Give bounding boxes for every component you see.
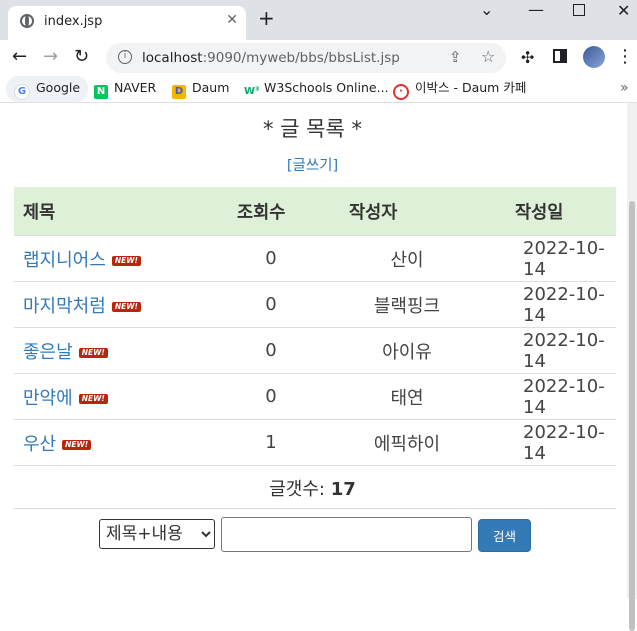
column-header-views: 조회수	[223, 187, 319, 236]
table-header-row: 제목 조회수 작성자 작성일	[14, 187, 616, 236]
bookmarks-overflow-icon[interactable]: »	[620, 80, 629, 96]
browser-toolbar: ← → ↻ i localhost:9090/myweb/bbs/bbsList…	[0, 40, 637, 76]
globe-icon	[20, 14, 34, 28]
table-row: 만약에 NEW! 0 태연 2022-10-14	[14, 373, 616, 420]
post-title-cell: 마지막처럼 NEW!	[14, 281, 223, 328]
new-badge: NEW!	[111, 301, 141, 312]
new-badge: NEW!	[62, 439, 92, 450]
forward-arrow-icon[interactable]: →	[43, 46, 58, 67]
bookmark-star-icon[interactable]: ☆	[481, 47, 495, 66]
views-cell: 0	[223, 327, 319, 374]
address-bar[interactable]: i localhost:9090/myweb/bbs/bbsList.jsp ⇪…	[106, 43, 506, 73]
bookmark-label: Daum	[192, 80, 230, 95]
post-count: 글갯수: 17	[0, 475, 625, 501]
page-content: * 글 목록 * [글쓰기] 제목 조회수 작성자 작성일 랩지니어스 NEW! …	[0, 103, 637, 599]
tab-title: index.jsp	[44, 14, 103, 29]
new-tab-button[interactable]: +	[258, 8, 275, 28]
author-cell: 산이	[319, 235, 495, 282]
author-cell: 에픽하이	[319, 419, 495, 466]
column-header-author: 작성자	[319, 187, 495, 236]
table-row: 랩지니어스 NEW! 0 산이 2022-10-14	[14, 235, 616, 282]
views-cell: 0	[223, 281, 319, 328]
post-title-link[interactable]: 마지막처럼	[23, 296, 106, 317]
table-row: 우산 NEW! 1 에픽하이 2022-10-14	[14, 419, 616, 466]
search-field-select[interactable]: 제목+내용	[99, 519, 215, 549]
minimize-button[interactable]: —	[528, 0, 544, 19]
site-info-icon[interactable]: i	[118, 50, 132, 64]
divider	[14, 508, 616, 509]
new-badge: NEW!	[78, 347, 108, 358]
date-cell: 2022-10-14	[495, 235, 616, 282]
page-title: * 글 목록 *	[263, 117, 362, 141]
post-table: 제목 조회수 작성자 작성일 랩지니어스 NEW! 0 산이 2022-10-14…	[14, 187, 616, 466]
kebab-menu-icon[interactable]: ⋮	[616, 46, 634, 67]
profile-avatar[interactable]	[583, 46, 605, 68]
share-icon[interactable]: ⇪	[449, 48, 462, 66]
date-cell: 2022-10-14	[495, 419, 616, 466]
bookmark-label: Google	[36, 80, 81, 95]
column-header-title: 제목	[14, 187, 223, 236]
google-icon: G	[14, 84, 30, 100]
daum-cafe-icon: ·	[393, 84, 409, 100]
post-title-link[interactable]: 우산	[23, 434, 56, 455]
bookmark-naver[interactable]: N NAVER	[94, 76, 156, 102]
search-input[interactable]	[221, 517, 472, 552]
post-title-link[interactable]: 랩지니어스	[23, 250, 106, 271]
new-badge: NEW!	[111, 255, 141, 266]
back-arrow-icon[interactable]: ←	[12, 46, 27, 67]
post-title-cell: 만약에 NEW!	[14, 373, 223, 420]
url-path: :9090/myweb/bbs/bbsList.jsp	[202, 50, 400, 66]
scrollbar-thumb[interactable]	[629, 201, 635, 631]
close-window-button[interactable]: ✕	[617, 1, 630, 20]
date-cell: 2022-10-14	[495, 281, 616, 328]
tab-close-icon[interactable]: ✕	[226, 12, 238, 28]
post-title-cell: 우산 NEW!	[14, 419, 223, 466]
views-cell: 1	[223, 419, 319, 466]
table-row: 마지막처럼 NEW! 0 블랙핑크 2022-10-14	[14, 281, 616, 328]
post-count-value: 17	[330, 479, 356, 500]
post-title-cell: 랩지니어스 NEW!	[14, 235, 223, 282]
bookmark-w3schools[interactable]: W³ W3Schools Online...	[244, 76, 389, 102]
bookmarks-bar: G Google N NAVER D Daum W³ W3Schools Online.…	[0, 76, 637, 103]
post-title-link[interactable]: 좋은날	[23, 342, 73, 363]
browser-tab[interactable]: index.jsp ✕	[8, 6, 246, 40]
write-post-link[interactable]: [글쓰기]	[0, 154, 625, 175]
tab-bar: index.jsp ✕ + ⌄ — ✕	[0, 0, 637, 40]
bookmark-label: 이박스 - Daum 카페	[415, 80, 527, 95]
author-cell: 블랙핑크	[319, 281, 495, 328]
naver-icon: N	[94, 85, 108, 99]
views-cell: 0	[223, 235, 319, 282]
author-cell: 아이유	[319, 327, 495, 374]
page-scrollbar[interactable]	[627, 103, 637, 631]
bookmark-daum[interactable]: D Daum	[172, 76, 229, 102]
bookmark-label: W3Schools Online...	[264, 80, 389, 95]
url-host: localhost	[142, 50, 203, 66]
date-cell: 2022-10-14	[495, 373, 616, 420]
url-text[interactable]: localhost:9090/myweb/bbs/bbsList.jsp	[142, 50, 400, 66]
table-row: 좋은날 NEW! 0 아이유 2022-10-14	[14, 327, 616, 374]
post-title-cell: 좋은날 NEW!	[14, 327, 223, 374]
search-button[interactable]: 검색	[478, 519, 531, 552]
post-count-label: 글갯수:	[269, 479, 325, 500]
w3schools-icon: W³	[244, 85, 260, 99]
bookmark-google[interactable]: G Google	[6, 76, 89, 102]
bookmark-label: NAVER	[114, 80, 157, 95]
new-badge: NEW!	[78, 393, 108, 404]
extensions-puzzle-icon[interactable]: ✣	[521, 48, 534, 67]
date-cell: 2022-10-14	[495, 327, 616, 374]
bookmark-daum-cafe[interactable]: · 이박스 - Daum 카페	[393, 76, 526, 102]
author-cell: 태연	[319, 373, 495, 420]
post-title-link[interactable]: 만약에	[23, 388, 73, 409]
column-header-date: 작성일	[495, 187, 616, 236]
daum-icon: D	[172, 85, 186, 99]
reload-icon[interactable]: ↻	[74, 46, 89, 67]
side-panel-icon[interactable]	[553, 49, 567, 63]
maximize-button[interactable]	[573, 4, 585, 16]
views-cell: 0	[223, 373, 319, 420]
tab-search-chevron-icon[interactable]: ⌄	[480, 0, 493, 19]
